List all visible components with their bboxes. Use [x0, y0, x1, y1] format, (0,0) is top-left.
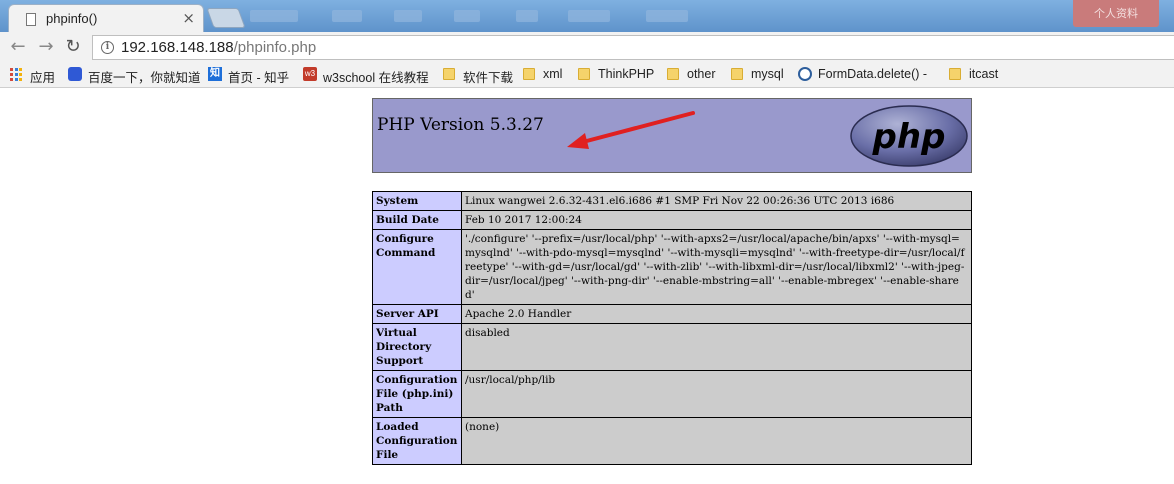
bookmark-folder-other[interactable]: other — [667, 66, 721, 84]
table-row: Build Date Feb 10 2017 12:00:24 — [372, 210, 972, 230]
red-arrow-annotation — [567, 111, 695, 149]
folder-icon — [443, 68, 455, 80]
bookmark-folder-mysql[interactable]: mysql — [731, 66, 787, 84]
row-value: Apache 2.0 Handler — [461, 304, 972, 324]
folder-icon — [731, 68, 743, 80]
bookmark-baidu[interactable]: 百度一下，你就知道 — [68, 66, 201, 85]
reload-button[interactable]: ↻ — [62, 36, 84, 58]
bookmark-folder-itcast[interactable]: itcast — [949, 66, 1001, 84]
tab-phpinfo[interactable]: phpinfo() × — [8, 4, 204, 32]
table-row: Configuration File (php.ini) Path /usr/l… — [372, 370, 972, 418]
row-key: Configure Command — [372, 229, 462, 305]
bookmark-label: other — [687, 67, 716, 81]
phpinfo-table: System Linux wangwei 2.6.32-431.el6.i686… — [372, 191, 972, 465]
bookmark-folder-xml[interactable]: xml — [523, 66, 565, 84]
profile-button[interactable]: 个人资料 — [1073, 0, 1159, 27]
bookmark-label: 软件下载 — [463, 71, 514, 85]
row-value: Feb 10 2017 12:00:24 — [461, 210, 972, 230]
table-row: Server API Apache 2.0 Handler — [372, 304, 972, 324]
bookmark-w3school[interactable]: w3 w3school 在线教程 — [303, 66, 433, 85]
table-row: Configure Command './configure' '--prefi… — [372, 229, 972, 305]
info-icon[interactable]: i — [101, 41, 114, 54]
table-row: Virtual Directory Support disabled — [372, 323, 972, 371]
bookmark-label: xml — [543, 67, 563, 81]
w3school-icon: w3 — [303, 67, 317, 81]
row-value: disabled — [461, 323, 972, 371]
bookmark-formdata-delete[interactable]: FormData.delete() - — [798, 66, 938, 84]
forward-button[interactable]: → — [35, 36, 57, 58]
bookmark-label: ThinkPHP — [598, 67, 655, 81]
bookmark-label: 首页 - 知乎 — [228, 71, 290, 85]
bookmark-label: itcast — [969, 67, 999, 81]
row-value: (none) — [461, 417, 972, 465]
bookmark-folder-software[interactable]: 软件下载 — [443, 66, 515, 85]
bookmarks-bar: 应用 百度一下，你就知道 知 首页 - 知乎 w3 w3school 在线教程 … — [0, 62, 1174, 88]
folder-icon — [667, 68, 679, 80]
toolbar: ← → ↻ i 192.168.148.188/phpinfo.php — [0, 32, 1174, 62]
row-value: Linux wangwei 2.6.32-431.el6.i686 #1 SMP… — [461, 191, 972, 211]
page-icon — [798, 67, 812, 81]
row-key: System — [372, 191, 462, 211]
folder-icon — [949, 68, 961, 80]
bookmark-label: mysql — [751, 67, 784, 81]
row-key: Build Date — [372, 210, 462, 230]
page-title: PHP Version 5.3.27 — [377, 115, 544, 135]
back-button[interactable]: ← — [7, 36, 29, 58]
apps-grid-icon — [10, 68, 24, 82]
bookmark-apps[interactable]: 应用 — [10, 66, 60, 85]
tab-title: phpinfo() — [46, 11, 98, 26]
folder-icon — [578, 68, 590, 80]
address-bar[interactable]: i 192.168.148.188/phpinfo.php — [92, 35, 1174, 60]
row-value: './configure' '--prefix=/usr/local/php' … — [461, 229, 972, 305]
bookmark-label: 应用 — [30, 71, 56, 85]
zhihu-icon: 知 — [208, 67, 222, 81]
folder-icon — [523, 68, 535, 80]
row-key: Virtual Directory Support — [372, 323, 462, 371]
php-version-header: PHP Version 5.3.27 php — [372, 98, 972, 173]
baidu-icon — [68, 67, 82, 81]
tab-strip: phpinfo() × 个人资料 — [0, 0, 1174, 32]
new-tab-button[interactable] — [206, 8, 246, 28]
table-row: System Linux wangwei 2.6.32-431.el6.i686… — [372, 191, 972, 211]
row-key: Server API — [372, 304, 462, 324]
close-icon[interactable]: × — [182, 10, 195, 26]
bookmark-label: 百度一下，你就知道 — [88, 71, 201, 85]
bookmark-label: w3school 在线教程 — [323, 71, 429, 85]
row-value: /usr/local/php/lib — [461, 370, 972, 418]
page-icon — [26, 13, 36, 26]
url-text[interactable]: 192.168.148.188/phpinfo.php — [121, 39, 316, 56]
php-logo-text: php — [872, 117, 946, 157]
table-row: Loaded Configuration File (none) — [372, 417, 972, 465]
php-logo[interactable]: php — [849, 104, 969, 168]
row-key: Loaded Configuration File — [372, 417, 462, 465]
bookmark-zhihu[interactable]: 知 首页 - 知乎 — [208, 66, 296, 85]
row-key: Configuration File (php.ini) Path — [372, 370, 462, 418]
url-path: /phpinfo.php — [233, 39, 317, 56]
bookmark-label: FormData.delete() - — [818, 67, 928, 81]
url-host: 192.168.148.188 — [121, 39, 234, 56]
bookmark-folder-thinkphp[interactable]: ThinkPHP — [578, 66, 656, 84]
